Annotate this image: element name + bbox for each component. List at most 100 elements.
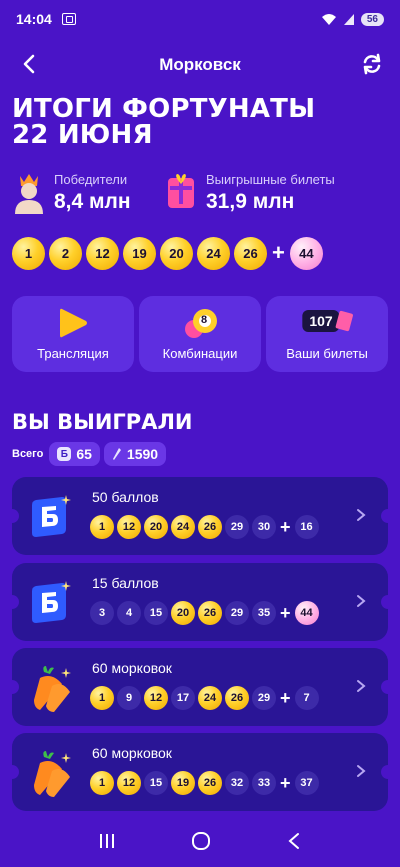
ticket-extra-ball: 44 (294, 601, 319, 625)
combinations-button[interactable]: 8 Комбинации (139, 296, 261, 372)
plus-sign: + (280, 602, 291, 623)
winning-ticket-card[interactable]: 60 морковок 1 12 15 19 26 32 33 +37 (12, 733, 388, 811)
status-right: 56 (321, 12, 384, 26)
ticket-ball: 1 (90, 771, 114, 795)
ticket-ball: 15 (144, 771, 168, 795)
tickets-count-badge: 107 (302, 310, 354, 332)
ticket-numbers: 1 12 15 19 26 32 33 +37 (90, 771, 322, 795)
drawn-ball: 12 (86, 236, 119, 270)
lottery-ball-number: 8 (201, 314, 208, 326)
ticket-ball: 12 (117, 771, 141, 795)
drawn-ball: 19 (123, 236, 156, 270)
ticket-ball: 35 (252, 601, 276, 625)
status-bar: 14:04 56 (0, 0, 400, 38)
battery-indicator: 56 (360, 12, 384, 26)
winners-label: Победители (54, 172, 128, 187)
results-title-line2: 22 ИЮНЯ (12, 120, 153, 150)
back-nav-icon[interactable] (286, 832, 302, 850)
winning-tickets-value: 31,9 млн (206, 190, 295, 213)
ticket-prize: 50 баллов (92, 489, 159, 505)
plus-sign: + (280, 687, 291, 708)
home-icon[interactable] (191, 831, 211, 851)
ticket-prize: 60 морковок (92, 745, 172, 761)
broadcast-button[interactable]: Трансляция (12, 296, 134, 372)
ticket-ball: 26 (198, 515, 222, 539)
plus-sign: + (280, 772, 291, 793)
ticket-ball: 12 (117, 515, 141, 539)
drawn-ball: 24 (197, 236, 230, 270)
results-title-line1: ИТОГИ ФОРТУНАТЫ (12, 94, 316, 124)
stats: Победители 8,4 млн Выигрышные билеты 31,… (12, 170, 392, 220)
my-tickets-button[interactable]: 107 Ваши билеты (266, 296, 388, 372)
winners-value: 8,4 млн (54, 190, 131, 213)
carrot-icon (34, 666, 71, 712)
system-nav-bar (0, 815, 400, 867)
page-title: Морковск (159, 55, 241, 74)
header: Морковск (0, 46, 400, 84)
drawn-ball: 2 (49, 236, 82, 270)
points-badge-icon (32, 495, 71, 537)
winning-ticket-card[interactable]: 60 морковок 1 9 12 17 24 26 29 +7 (12, 648, 388, 726)
ticket-ball: 26 (198, 771, 222, 795)
wifi-icon (321, 13, 336, 25)
recent-apps-icon[interactable] (98, 832, 116, 850)
screenshot-icon (61, 13, 76, 25)
ticket-numbers: 3 4 15 20 26 29 35 +44 (90, 601, 322, 625)
ticket-ball: 9 (117, 686, 141, 710)
winner-person-icon (15, 174, 43, 214)
ticket-ball: 20 (144, 515, 168, 539)
chevron-right-icon (357, 595, 366, 607)
ticket-ball: 33 (252, 771, 276, 795)
ticket-ball: 3 (90, 601, 114, 625)
ticket-ball: 17 (171, 686, 195, 710)
ticket-ball: 32 (225, 771, 249, 795)
ticket-ball: 12 (144, 686, 168, 710)
ticket-ball: 29 (252, 686, 276, 710)
ticket-numbers: 1 9 12 17 24 26 29 +7 (90, 686, 322, 710)
winning-ticket-card[interactable]: 15 баллов 3 4 15 20 26 29 35 +44 (12, 563, 388, 641)
ticket-ball: 19 (171, 771, 195, 795)
drawn-ball: 26 (234, 236, 267, 270)
play-icon (60, 308, 87, 338)
ticket-prize: 60 морковок (92, 660, 172, 676)
signal-icon (343, 13, 354, 25)
carrot-icon (112, 448, 121, 460)
combinations-label: Комбинации (162, 346, 238, 361)
carrots-total: 1590 (126, 446, 159, 462)
gift-ticket-icon (168, 174, 194, 208)
ticket-ball: 24 (198, 686, 222, 710)
action-cards: Трансляция 8 Комбинации 107 Ваши билеты (12, 296, 388, 372)
ticket-ball: 30 (252, 515, 276, 539)
back-arrow-icon[interactable] (18, 52, 42, 76)
ticket-ball: 26 (225, 686, 249, 710)
winners-stat: Победители 8,4 млн (12, 170, 131, 220)
carrot-icon (34, 751, 71, 797)
totals-label: Всего (12, 448, 44, 460)
drawn-ball: 20 (160, 236, 193, 270)
points-badge-icon (32, 581, 71, 623)
drawn-extra-ball: 44 (289, 236, 323, 270)
drawn-ball: 1 (12, 236, 45, 270)
ticket-extra-ball: 37 (294, 771, 319, 795)
tickets-count: 107 (302, 310, 340, 332)
broadcast-label: Трансляция (37, 346, 109, 361)
chevron-right-icon (357, 765, 366, 777)
won-totals: Всего Б 65 1590 (12, 442, 167, 466)
winning-tickets-stat: Выигрышные билеты 31,9 млн (164, 170, 335, 220)
results-title: ИТОГИ ФОРТУНАТЫ 22 ИЮНЯ (12, 96, 392, 148)
ticket-ball: 4 (117, 601, 141, 625)
chevron-right-icon (357, 680, 366, 692)
ticket-ball: 24 (171, 515, 195, 539)
plus-sign: + (272, 240, 285, 265)
lottery-ball-icon: 8 (180, 305, 220, 341)
refresh-icon[interactable] (360, 52, 384, 76)
ticket-ball: 15 (144, 601, 168, 625)
ticket-extra-ball: 7 (294, 686, 319, 710)
winning-ticket-card[interactable]: 50 баллов 1 12 20 24 26 29 30 +16 (12, 477, 388, 555)
my-tickets-label: Ваши билеты (286, 346, 368, 361)
carrots-total-chip: 1590 (103, 442, 167, 466)
chevron-right-icon (357, 509, 366, 521)
ticket-ball: 29 (225, 601, 249, 625)
ticket-ball: 20 (171, 601, 195, 625)
points-total: 65 (76, 446, 92, 462)
